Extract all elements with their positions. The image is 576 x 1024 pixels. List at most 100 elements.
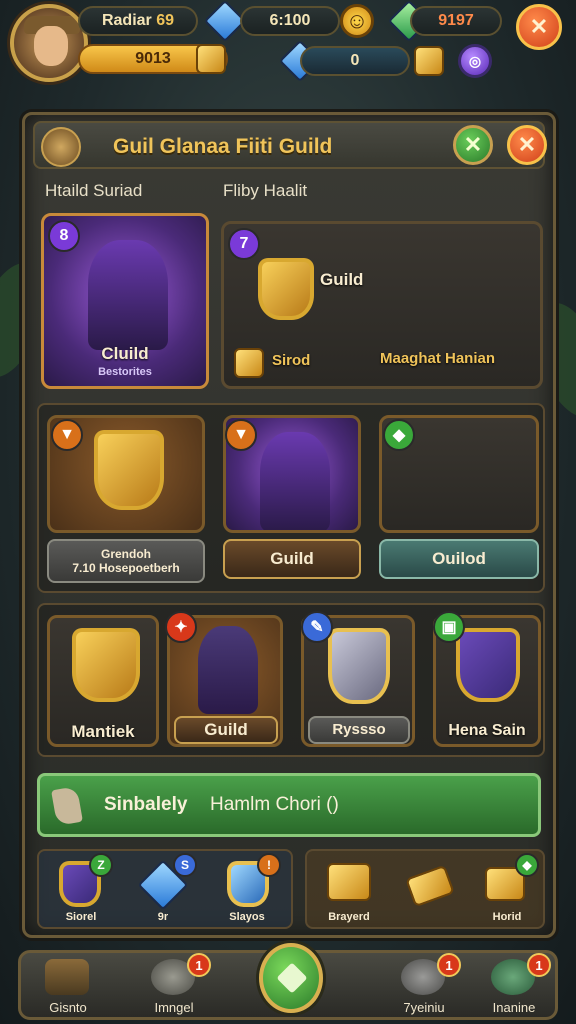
add-gem-icon[interactable]: ☺ — [340, 4, 374, 38]
center-home-button[interactable] — [259, 943, 323, 1013]
inventory-item-2-label: 9r — [157, 911, 169, 923]
item-2-badge-icon: ▼ — [225, 419, 257, 451]
item-1-plate[interactable]: Grendoh 7.10 Hosepoetberh — [47, 539, 205, 583]
guild-crest-icon — [41, 127, 81, 167]
hero-card-label: Cluild — [101, 344, 149, 363]
hero-slot-2-badge-icon: ✦ — [165, 611, 197, 643]
bottom-nav: Gisnto 1 Imngel 1 7yeiniu 1 Inanine — [18, 943, 558, 1020]
loot-item-1-label: Brayerd — [328, 911, 370, 923]
emerald-counter[interactable]: 9197 — [410, 6, 502, 36]
hero-slot-2-plate: Guild — [174, 716, 278, 744]
flag-icon — [276, 962, 308, 994]
nav-label-upgrade: Imngel — [154, 1000, 194, 1015]
nav-badge-settings: 1 — [527, 953, 551, 977]
reward-resource-label: Sirod — [272, 352, 311, 369]
hammer-icon — [45, 959, 89, 995]
heroes-section: Mantiek Guild ✦ Ryssso ✎ Hena Sain ▣ — [37, 603, 545, 757]
hero-slot-4-badge-icon: ▣ — [433, 611, 465, 643]
nav-item-settings[interactable]: 1 Inanine — [471, 953, 557, 1019]
right-column-title: Fliby Haalit — [223, 181, 308, 200]
portal-icon[interactable]: ◎ — [458, 44, 492, 78]
hero-slot-2-label: Guild — [204, 720, 248, 739]
crystal-counter[interactable]: 0 — [300, 46, 410, 76]
nav-item-upgrade[interactable]: 1 Imngel — [131, 953, 217, 1019]
quill-icon — [51, 786, 83, 826]
emerald-shield-icon — [72, 628, 140, 702]
featured-hero-card[interactable]: 8 Cluild Bestorites — [41, 213, 209, 389]
nav-label-settings: Inanine — [492, 1000, 536, 1015]
steel-shield-icon — [328, 628, 390, 704]
inventory-item-3-label: Slayos — [229, 911, 265, 923]
hero-slot-4-label: Hena Sain — [448, 722, 526, 739]
loot-section: Brayerd ◆ Horid — [305, 849, 545, 929]
nav-badge-events: 1 — [437, 953, 461, 977]
nav-item-events[interactable]: 1 7yeiniu — [381, 953, 467, 1019]
item-1-plate-sub: 7.10 Hosepoetberh — [72, 561, 180, 575]
hero-slot-3-label: Ryssso — [332, 721, 386, 738]
guild-panel: Guil Glanaa Fiiti Guild ✕ ✕ Htaild Suria… — [22, 112, 556, 938]
item-3-plate[interactable]: Ouilod — [379, 539, 539, 579]
weapon-shield-icon — [94, 430, 164, 510]
reward-badge: 7 — [228, 228, 260, 260]
nav-badge-upgrade: 1 — [187, 953, 211, 977]
inventory-item-1-badge: Z — [89, 853, 113, 877]
loot-item-3-label: Horid — [492, 911, 522, 923]
inventory-item-3[interactable]: ! Slayos — [219, 853, 281, 927]
warrior-portrait — [260, 432, 330, 530]
inventory-item-1-label: Siorel — [65, 911, 97, 923]
guild-chat-banner[interactable]: Sinbalely Hamlm Chori () — [37, 773, 541, 837]
gold-count: 9013 — [135, 50, 171, 67]
item-2-plate-label: Guild — [270, 549, 314, 568]
item-2-plate[interactable]: Guild — [223, 539, 361, 579]
loot-item-3[interactable]: ◆ Horid — [477, 853, 539, 927]
inventory-item-3-badge-icon: ! — [257, 853, 281, 877]
hero-card-subtitle: Bestorites — [98, 366, 152, 378]
hero-slot-1-label: Mantiek — [71, 722, 135, 741]
player-name-plate: Radiar 69 — [78, 6, 198, 36]
hero-slot-3-badge-icon: ✎ — [301, 611, 333, 643]
equipment-section: ▼ Grendoh 7.10 Hosepoetberh ▼ Guild ◆ Ou… — [37, 403, 545, 593]
inventory-item-2[interactable]: S 9r — [135, 853, 197, 927]
crystal-count: 0 — [350, 52, 360, 69]
close-game-button[interactable]: ✕ — [516, 4, 562, 50]
item-1-badge-icon: ▼ — [51, 419, 83, 451]
reward-title: Guild — [320, 270, 364, 289]
banner-text-2: Hamlm Chori () — [210, 794, 339, 815]
left-column-title: Htaild Suriad — [45, 181, 143, 200]
guild-reward-card[interactable]: 7 Guild Sirod Maaghat Hanian — [221, 221, 543, 389]
loot-item-1[interactable]: Brayerd — [319, 857, 379, 927]
nav-item-build[interactable]: Gisnto — [25, 953, 111, 1019]
guild-shield-icon — [258, 258, 314, 320]
gold-bar-icon — [405, 864, 455, 908]
item-1-plate-label: Grendoh — [101, 547, 151, 561]
nav-label-build: Gisnto — [49, 1000, 87, 1015]
inventory-item-1[interactable]: Z Siorel — [53, 853, 113, 927]
loot-item-3-badge-icon: ◆ — [515, 853, 539, 877]
loot-item-2[interactable] — [399, 857, 459, 927]
panel-header: Guil Glanaa Fiiti Guild ✕ ✕ — [33, 121, 547, 169]
treasure-chest-icon — [327, 863, 371, 901]
sirod-resource-icon — [234, 348, 264, 378]
gem-count: 6:100 — [269, 12, 311, 29]
gold-coin-icon — [196, 44, 226, 74]
inventory-section: Z Siorel S 9r ! Slayos — [37, 849, 293, 929]
confirm-button[interactable]: ✕ — [453, 125, 493, 165]
player-avatar[interactable] — [10, 4, 88, 82]
emerald-count: 9197 — [438, 12, 474, 29]
item-3-badge-icon: ◆ — [383, 419, 415, 451]
chest-coin-icon — [414, 46, 444, 76]
player-level: 69 — [156, 12, 175, 29]
close-panel-button[interactable]: ✕ — [507, 125, 547, 165]
item-3-plate-label: Ouilod — [432, 549, 486, 568]
hero-slot-3-plate: Ryssso — [308, 716, 410, 744]
top-bar: Radiar 69 9013 6:100 ☺ 0 ◎ 9197 ✕ — [0, 0, 576, 92]
hero-portrait — [88, 240, 168, 350]
hero-card-badge: 8 — [48, 220, 80, 252]
player-name: Radiar — [101, 12, 152, 29]
knight-portrait — [198, 626, 258, 714]
violet-shield-icon — [456, 628, 520, 702]
hero-slot-1[interactable]: Mantiek — [47, 615, 159, 747]
panel-title: Guil Glanaa Fiiti Guild — [113, 135, 333, 158]
gem-counter[interactable]: 6:100 — [240, 6, 340, 36]
reward-caption: Maaghat Hanian — [380, 350, 496, 367]
